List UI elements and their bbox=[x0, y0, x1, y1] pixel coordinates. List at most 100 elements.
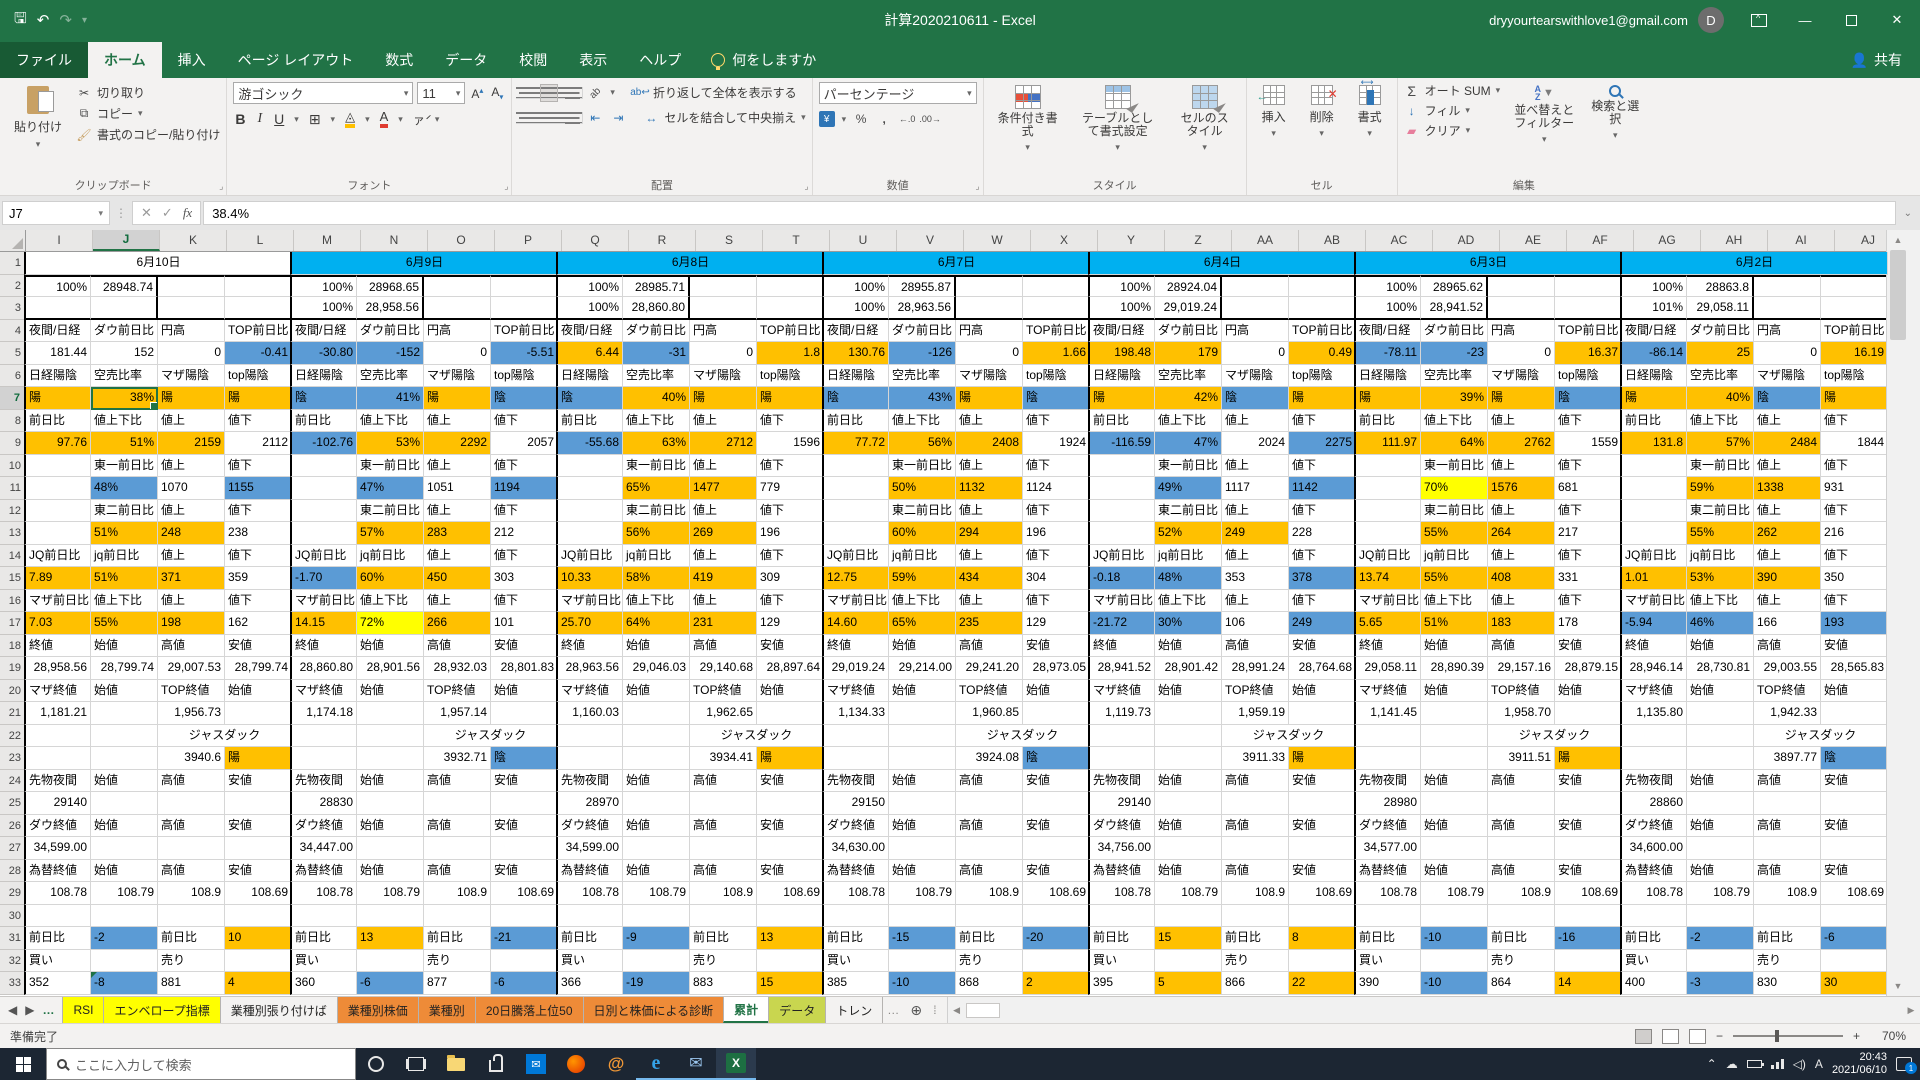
date-header[interactable]: 6月10日 bbox=[24, 252, 292, 275]
sheet-tab-データ[interactable]: データ bbox=[768, 997, 826, 1023]
cell[interactable]: 28955.87 bbox=[889, 275, 956, 298]
ribbon-tab-ページ レイアウト[interactable]: ページ レイアウト bbox=[222, 42, 370, 78]
cell[interactable]: 陽 bbox=[1088, 387, 1155, 410]
at-mail-icon[interactable]: @ bbox=[596, 1048, 636, 1080]
clear-button[interactable]: ▰クリア▾ bbox=[1404, 122, 1501, 139]
cell[interactable] bbox=[690, 275, 757, 298]
cell[interactable]: 値上 bbox=[956, 410, 1023, 433]
next-sheet-icon[interactable]: ▶ bbox=[25, 1003, 34, 1017]
cell[interactable]: ダウ終値 bbox=[556, 815, 623, 838]
sort-filter-button[interactable]: AZ▼ 並べ替えとフィルター▾ bbox=[1506, 82, 1582, 149]
cell[interactable]: -19 bbox=[623, 972, 690, 995]
row-header-15[interactable]: 15 bbox=[0, 567, 26, 590]
cell[interactable] bbox=[1088, 455, 1155, 478]
cell[interactable]: 日経陽陰 bbox=[1620, 365, 1687, 388]
cell[interactable] bbox=[424, 275, 491, 298]
cell[interactable] bbox=[1620, 500, 1687, 523]
battery-icon[interactable] bbox=[1747, 1060, 1762, 1068]
cell[interactable]: マザ前日比 bbox=[556, 590, 623, 613]
row-header-2[interactable]: 2 bbox=[0, 275, 26, 298]
cell[interactable]: -9 bbox=[623, 927, 690, 950]
cell[interactable]: マザ前日比 bbox=[1088, 590, 1155, 613]
cell[interactable]: JQ前日比 bbox=[1088, 545, 1155, 568]
row-header-27[interactable]: 27 bbox=[0, 837, 26, 860]
cell[interactable]: 28970 bbox=[556, 792, 623, 815]
cell[interactable]: TOP前日比 bbox=[1821, 320, 1888, 343]
cell[interactable] bbox=[1754, 275, 1821, 298]
cell[interactable] bbox=[1620, 747, 1687, 770]
bold-button[interactable]: B bbox=[233, 111, 247, 127]
cell[interactable]: jq前日比 bbox=[1155, 545, 1222, 568]
cell[interactable]: -8 bbox=[91, 972, 158, 995]
cell[interactable]: 28,963.56 bbox=[556, 657, 623, 680]
cell[interactable]: 28924.04 bbox=[1155, 275, 1222, 298]
cell[interactable]: 28985.71 bbox=[623, 275, 690, 298]
cell[interactable]: 東一前日比 bbox=[1421, 455, 1488, 478]
cell[interactable]: 3940.6 bbox=[158, 747, 225, 770]
cell[interactable] bbox=[1023, 905, 1090, 928]
date-header[interactable]: 6月7日 bbox=[822, 252, 1090, 275]
cell[interactable]: -6 bbox=[491, 972, 558, 995]
cell[interactable]: 陽 bbox=[24, 387, 91, 410]
cell[interactable]: 安値 bbox=[757, 635, 824, 658]
column-header-AC[interactable]: AC bbox=[1366, 230, 1433, 251]
cell[interactable]: 安値 bbox=[1289, 815, 1356, 838]
cell[interactable]: 1194 bbox=[491, 477, 558, 500]
cell[interactable]: 309 bbox=[757, 567, 824, 590]
cell[interactable]: 陽 bbox=[1620, 387, 1687, 410]
cell[interactable]: 0 bbox=[956, 342, 1023, 365]
cell[interactable]: 東二前日比 bbox=[1421, 500, 1488, 523]
row-header-14[interactable]: 14 bbox=[0, 545, 26, 568]
cell[interactable]: 1.01 bbox=[1620, 567, 1687, 590]
cell[interactable]: 値上 bbox=[1488, 455, 1555, 478]
cell[interactable] bbox=[1155, 702, 1222, 725]
cell[interactable]: -30.80 bbox=[290, 342, 357, 365]
cell[interactable] bbox=[24, 725, 91, 748]
cell[interactable]: -23 bbox=[1421, 342, 1488, 365]
column-header-T[interactable]: T bbox=[763, 230, 830, 251]
cell[interactable] bbox=[1821, 837, 1888, 860]
cell[interactable]: 72% bbox=[357, 612, 424, 635]
cell[interactable] bbox=[158, 792, 225, 815]
cell[interactable]: 始値 bbox=[357, 635, 424, 658]
decrease-indent-icon[interactable]: ⇤ bbox=[587, 110, 603, 126]
cell[interactable]: 1,956.73 bbox=[158, 702, 225, 725]
cell[interactable]: jq前日比 bbox=[1687, 545, 1754, 568]
cell[interactable] bbox=[1821, 702, 1888, 725]
cell[interactable]: ジャスダック bbox=[1488, 725, 1622, 748]
cell[interactable]: 108.79 bbox=[357, 882, 424, 905]
cell[interactable]: 28860 bbox=[1620, 792, 1687, 815]
cell[interactable]: JQ前日比 bbox=[1354, 545, 1421, 568]
cell[interactable]: 空売比率 bbox=[91, 365, 158, 388]
row-header-31[interactable]: 31 bbox=[0, 927, 26, 950]
row-header-19[interactable]: 19 bbox=[0, 657, 26, 680]
cell[interactable] bbox=[290, 905, 357, 928]
wrap-text-button[interactable]: ab↩ 折り返して全体を表示する bbox=[632, 84, 797, 101]
cell[interactable] bbox=[290, 477, 357, 500]
cell[interactable]: 29,019.24 bbox=[822, 657, 889, 680]
cell[interactable]: 108.78 bbox=[556, 882, 623, 905]
cell[interactable]: 2762 bbox=[1488, 432, 1555, 455]
cell[interactable]: 108.78 bbox=[1088, 882, 1155, 905]
cell[interactable]: 空売比率 bbox=[357, 365, 424, 388]
sheet-tab-20日騰落上位50[interactable]: 20日騰落上位50 bbox=[475, 997, 584, 1023]
date-header[interactable]: 6月3日 bbox=[1354, 252, 1622, 275]
cell[interactable]: 売り bbox=[158, 950, 225, 973]
cell[interactable]: マザ前日比 bbox=[290, 590, 357, 613]
cell[interactable]: マザ終値 bbox=[290, 680, 357, 703]
date-header[interactable]: 6月8日 bbox=[556, 252, 824, 275]
cell[interactable]: 値上 bbox=[956, 500, 1023, 523]
cell[interactable]: 東一前日比 bbox=[1687, 455, 1754, 478]
start-button[interactable] bbox=[0, 1048, 46, 1080]
cell[interactable]: 終値 bbox=[1088, 635, 1155, 658]
cell[interactable]: 28,730.81 bbox=[1687, 657, 1754, 680]
cell[interactable]: 空売比率 bbox=[623, 365, 690, 388]
enter-formula-icon[interactable]: ✓ bbox=[162, 205, 173, 221]
cell[interactable]: 48% bbox=[91, 477, 158, 500]
cell[interactable]: jq前日比 bbox=[357, 545, 424, 568]
cell[interactable]: jq前日比 bbox=[889, 545, 956, 568]
cell[interactable]: 始値 bbox=[357, 860, 424, 883]
cell[interactable]: 390 bbox=[1754, 567, 1821, 590]
cell[interactable]: top陽陰 bbox=[1289, 365, 1356, 388]
ribbon-tab-ヘルプ[interactable]: ヘルプ bbox=[623, 42, 697, 78]
